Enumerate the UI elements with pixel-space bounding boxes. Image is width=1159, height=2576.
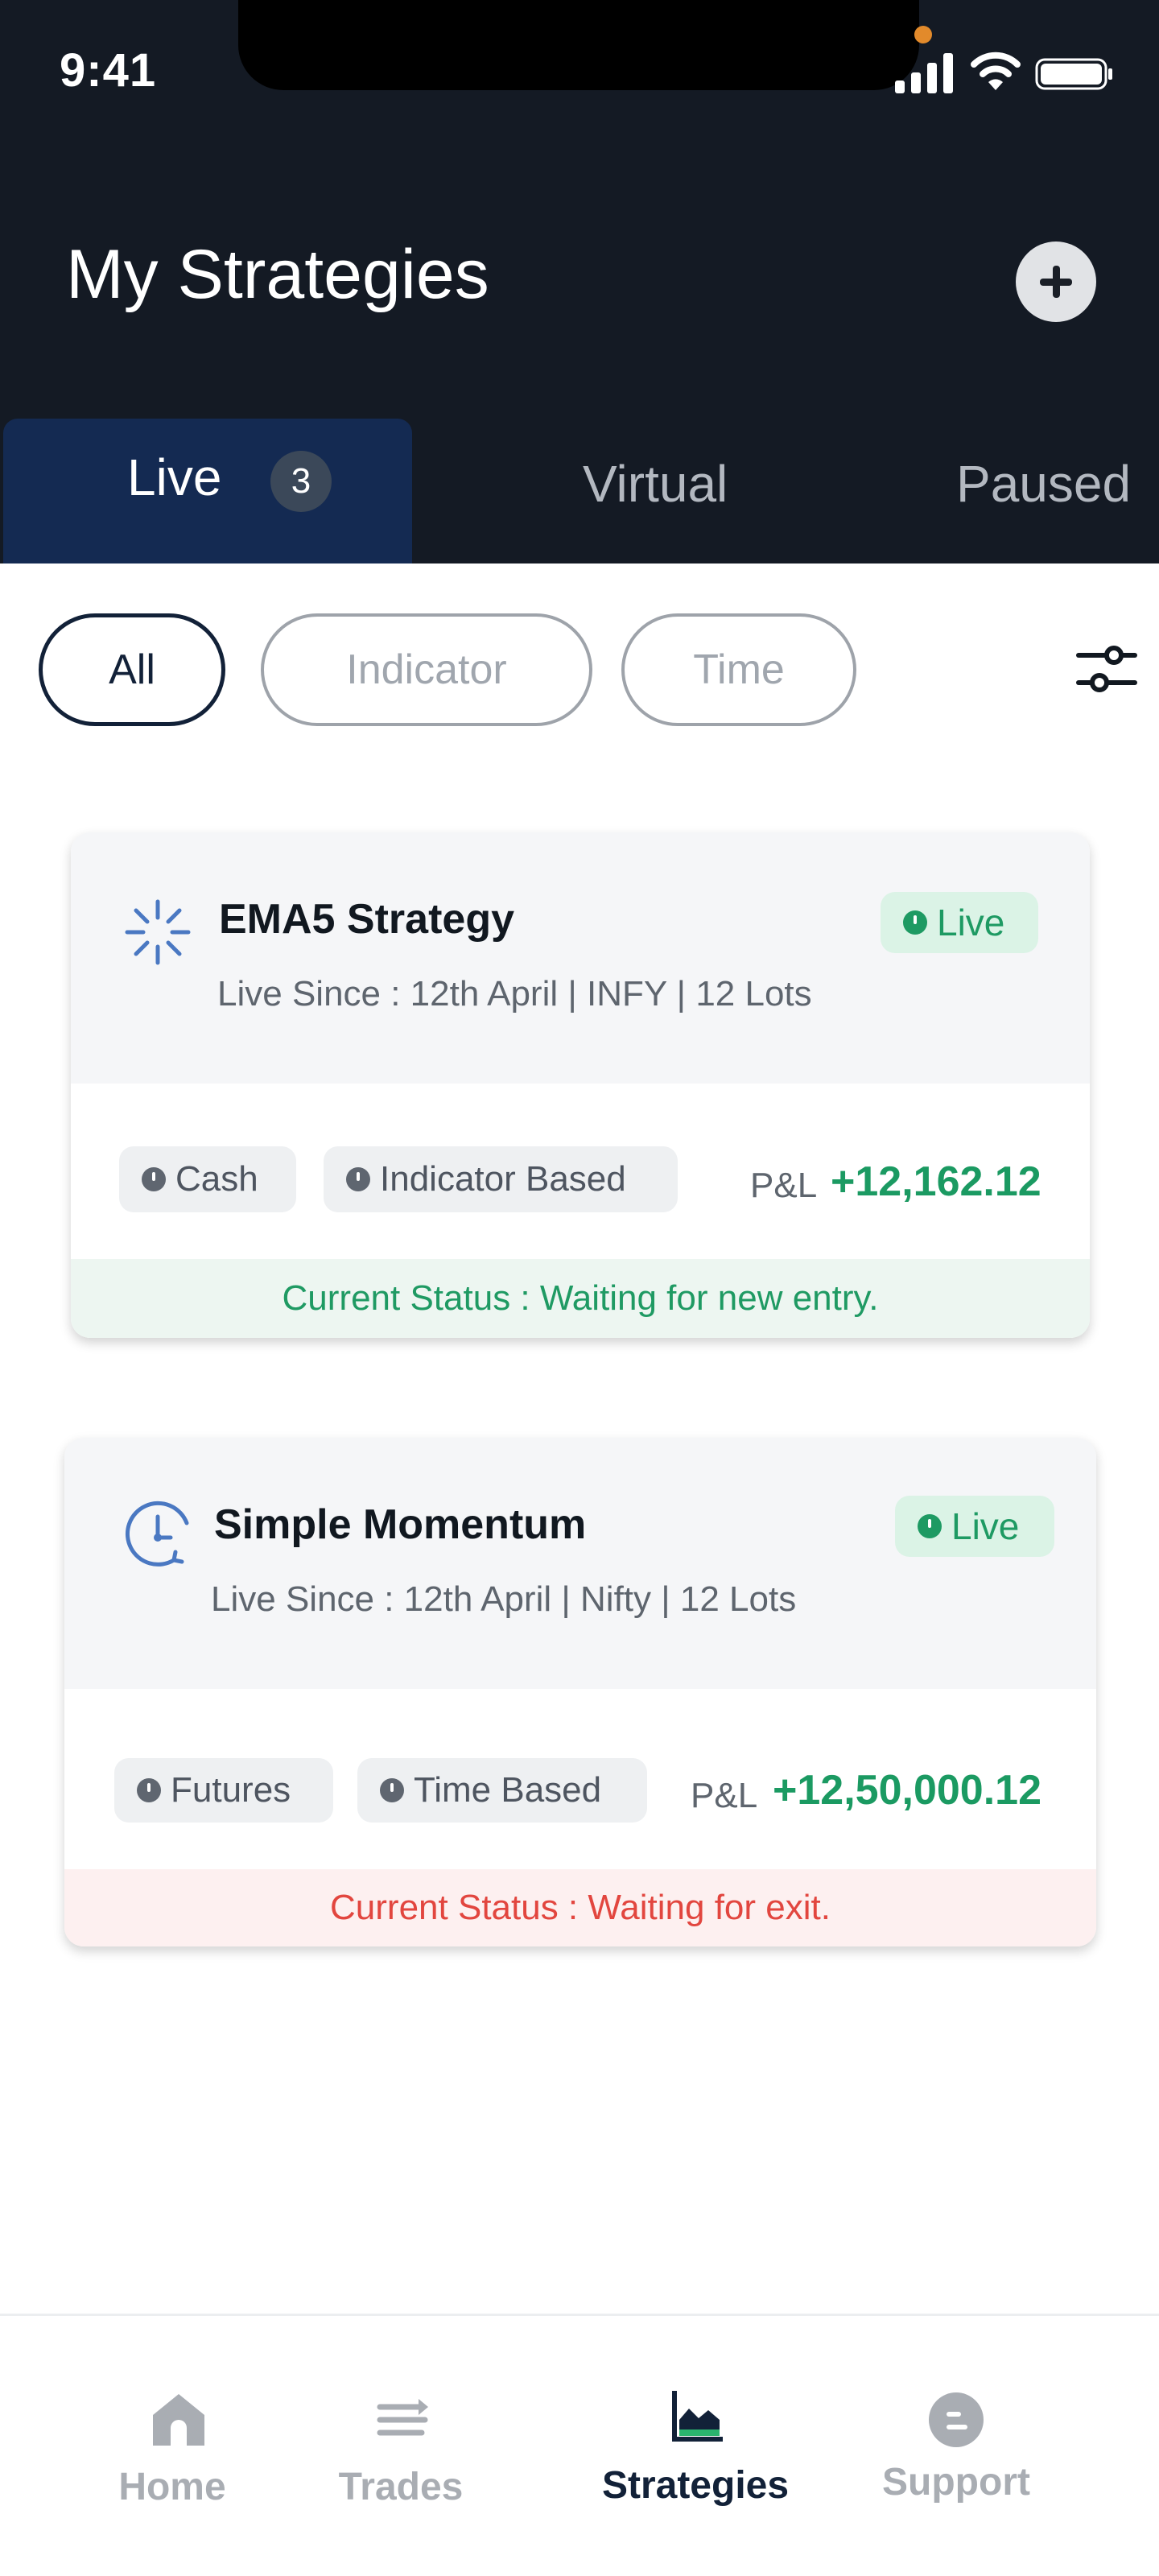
pnl-value: +12,50,000.12 [773,1767,1041,1814]
trades-icon [377,2399,428,2436]
clock-icon [918,1514,942,1538]
card-header [64,1438,1096,1689]
clock-icon [137,1778,161,1802]
nav-label-support: Support [882,2461,1030,2504]
wifi-icon [971,52,1021,90]
live-badge-label: Live [937,902,1005,943]
add-strategy-button[interactable] [1016,242,1096,322]
indicator-strategy-icon [125,899,191,965]
device-notch [238,0,919,90]
page-title: My Strategies [66,236,489,313]
battery-icon [1035,58,1112,90]
clock-icon [903,910,927,935]
nav-item-support[interactable]: Support [852,2388,1061,2528]
nav-label-strategies: Strategies [601,2464,790,2507]
tag-indicator-based: Indicator Based [324,1146,678,1212]
strategies-icon [672,2391,723,2442]
signal-icon [895,53,953,93]
tab-live-label: Live [127,448,222,506]
nav-item-trades[interactable]: Trades [296,2391,505,2528]
home-icon [153,2394,204,2446]
tag-label: Futures [171,1770,291,1810]
tag-label: Cash [175,1159,258,1199]
clock-icon [380,1778,404,1802]
strategy-name: Simple Momentum [214,1501,587,1548]
current-status-bar: Current Status : Waiting for exit. [64,1869,1096,1946]
nav-label-home: Home [118,2466,226,2508]
tag-cash: Cash [119,1146,296,1212]
tab-virtual[interactable]: Virtual [583,454,728,514]
pnl-label: P&L [691,1776,758,1815]
tag-label: Indicator Based [380,1159,626,1199]
strategy-name: EMA5 Strategy [219,896,514,943]
tag-futures: Futures [114,1758,333,1823]
clock-icon [346,1167,370,1191]
nav-label-trades: Trades [338,2466,464,2508]
live-badge-label: Live [951,1505,1020,1547]
tag-label: Time Based [414,1770,602,1810]
support-icon [929,2392,984,2447]
strategy-subtitle: Live Since : 12th April | Nifty | 12 Lot… [211,1579,797,1619]
filter-settings-icon[interactable] [1074,636,1140,702]
tab-live-count-badge: 3 [270,451,332,512]
strategy-card[interactable]: EMA5 Strategy Live Since : 12th April | … [71,832,1090,1338]
time-strategy-icon [125,1501,189,1567]
camera-indicator-dot [914,26,932,43]
clock-icon [142,1167,166,1191]
current-status-bar: Current Status : Waiting for new entry. [71,1259,1090,1338]
nav-item-home[interactable]: Home [68,2391,277,2528]
status-time: 9:41 [60,44,157,97]
tab-paused[interactable]: Paused [956,454,1131,514]
filter-chip-all[interactable]: All [39,613,225,726]
pnl-label: P&L [750,1166,818,1205]
nav-item-strategies[interactable]: Strategies [591,2388,800,2528]
pnl-value: +12,162.12 [831,1158,1041,1205]
filter-chip-time[interactable]: Time [621,613,856,726]
bottom-nav-divider [0,2314,1159,2316]
live-status-badge: Live [895,1496,1054,1557]
filter-chip-indicator[interactable]: Indicator [261,613,592,726]
strategy-subtitle: Live Since : 12th April | INFY | 12 Lots [217,974,812,1013]
card-header [71,832,1090,1084]
plus-icon [1040,266,1072,298]
tag-time-based: Time Based [357,1758,647,1823]
strategy-card[interactable]: Simple Momentum Live Since : 12th April … [64,1438,1096,1946]
live-status-badge: Live [881,892,1038,953]
